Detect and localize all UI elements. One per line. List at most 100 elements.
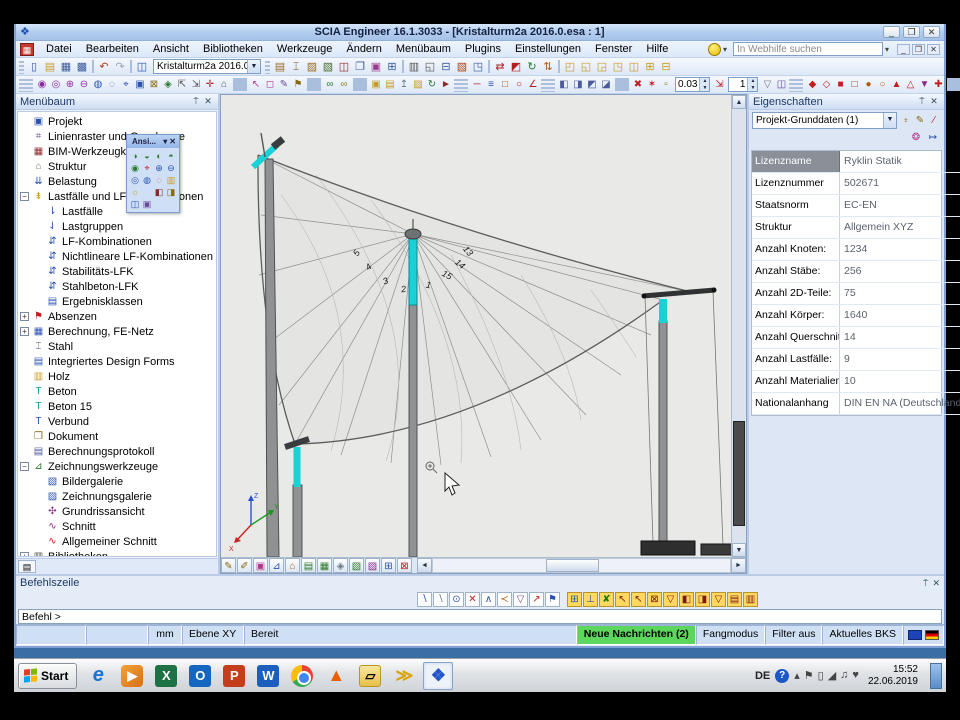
run[interactable]: ► xyxy=(439,77,453,92)
window-tile[interactable]: ⊞ xyxy=(642,59,658,74)
clip-2[interactable]: ◨ xyxy=(571,77,585,92)
snap-ortho[interactable]: ⊥ xyxy=(583,592,598,607)
snap-perpendicular[interactable]: ▽ xyxy=(663,592,678,607)
property-row[interactable]: Anzahl 2D-Teile: 75 xyxy=(752,283,960,305)
node-display-3[interactable]: ■ xyxy=(833,77,847,92)
draw-line-2[interactable]: ∖ xyxy=(433,592,448,607)
node-display-10[interactable]: ✚ xyxy=(931,77,945,92)
clip-4[interactable]: ◪ xyxy=(599,77,613,92)
edit-mode[interactable]: ✎ xyxy=(277,77,291,92)
clip-1[interactable]: ◧ xyxy=(557,77,571,92)
word[interactable]: W xyxy=(253,662,283,690)
vertical-scrollbar[interactable]: ▲ ▼ xyxy=(731,95,746,557)
excel[interactable]: X xyxy=(151,662,181,690)
status-plane[interactable]: Ebene XY xyxy=(182,625,244,645)
tree-item[interactable]: ⇵ LF-Kombinationen xyxy=(18,234,216,249)
grid-display[interactable]: ⊞ xyxy=(381,558,396,573)
save-file[interactable]: ▦ xyxy=(58,59,74,74)
copy-attr[interactable]: ▣ xyxy=(369,77,383,92)
close-icon[interactable]: ✕ xyxy=(169,137,176,146)
tree-item[interactable]: ▤ Ergebnisklassen xyxy=(18,294,216,309)
layers[interactable]: ▧ xyxy=(320,59,336,74)
model-display[interactable]: ▧ xyxy=(349,558,364,573)
snap-node[interactable]: ◨ xyxy=(695,592,710,607)
scroll-thumb[interactable] xyxy=(733,421,745,525)
bim-tools[interactable]: ◫ xyxy=(336,59,352,74)
draw-circle[interactable]: ○ xyxy=(512,77,526,92)
property-value[interactable]: 10 xyxy=(840,371,960,392)
home-view[interactable]: ⌂ xyxy=(217,77,231,92)
property-value[interactable]: 14 xyxy=(840,327,960,348)
property-row[interactable]: Staatsnorm EC-EN xyxy=(752,195,960,217)
title-bar[interactable]: ❖ SCIA Engineer 16.1.3033 - [Kristalturm… xyxy=(16,24,944,41)
zoom-out[interactable]: ⊖ xyxy=(77,77,91,92)
scroll-down-icon[interactable]: ▼ xyxy=(732,543,746,557)
restore-button[interactable]: ❐ xyxy=(903,26,920,38)
expand-toggle-icon[interactable]: + xyxy=(20,312,29,321)
tree-item[interactable]: + ▦ Berechnung, FE-Netz xyxy=(18,324,216,339)
pin-icon[interactable]: ⍑ xyxy=(923,578,928,589)
status-toggle[interactable]: Fangmodus xyxy=(696,625,765,645)
menu-item[interactable]: Hilfe xyxy=(639,42,675,56)
expand-toggle-icon[interactable]: + xyxy=(20,552,29,557)
paste-attr[interactable]: ▤ xyxy=(383,77,397,92)
expand-toggle-icon[interactable]: − xyxy=(20,192,29,201)
snap-nearest[interactable]: ▽ xyxy=(711,592,726,607)
window-layout-3[interactable]: ◲ xyxy=(594,59,610,74)
mesh-display[interactable]: ▦ xyxy=(317,558,332,573)
tree-item[interactable]: ✣ Grundrissansicht xyxy=(18,504,216,519)
project-settings[interactable]: ◫ xyxy=(134,59,150,74)
render-mode[interactable]: ◈ xyxy=(161,77,175,92)
pin-icon[interactable]: ⍑ xyxy=(190,96,202,107)
property-row[interactable]: Anzahl Knoten: 1234 xyxy=(752,239,960,261)
view-iso-2[interactable]: ◒ xyxy=(141,150,153,162)
tree-item[interactable]: ▨ Zeichnungsgalerie xyxy=(18,489,216,504)
property-value[interactable]: EC-EN xyxy=(840,195,960,216)
support-display[interactable]: ◈ xyxy=(333,558,348,573)
crosshair[interactable]: ✛ xyxy=(203,77,217,92)
scroll-up-icon[interactable]: ▲ xyxy=(732,95,746,109)
close-icon[interactable]: ✕ xyxy=(928,96,940,107)
color-wheel-icon[interactable]: ❂ xyxy=(909,131,923,145)
tree-item[interactable]: ⇵ Stabilitäts-LFK xyxy=(18,264,216,279)
chrome[interactable] xyxy=(287,662,317,690)
open-file[interactable]: ▤ xyxy=(42,59,58,74)
zoom-out[interactable]: ⊖ xyxy=(165,162,177,174)
status-toggle[interactable]: Aktuelles BKS xyxy=(822,625,903,645)
property-row[interactable]: Lizenznummer 502671 xyxy=(752,173,960,195)
ucs-display[interactable]: ⊠ xyxy=(397,558,412,573)
properties-combo[interactable]: Projekt-Grunddaten (1) ▼ xyxy=(752,112,897,129)
zoom-previous[interactable]: ▥ xyxy=(165,174,177,186)
combo-dropdown-icon[interactable]: ▼ xyxy=(883,113,896,128)
print-preview[interactable]: ◱ xyxy=(422,59,438,74)
close-button[interactable]: ✕ xyxy=(923,26,940,38)
window-layout-1[interactable]: ◰ xyxy=(562,59,578,74)
tree-item[interactable]: + ⚑ Absenzen xyxy=(18,309,216,324)
menu-item[interactable]: Bearbeiten xyxy=(79,42,146,56)
smiley-dropdown-icon[interactable]: ▾ xyxy=(723,45,727,54)
zoom-all[interactable]: ◍ xyxy=(141,174,153,186)
mdi-restore-button[interactable]: ❐ xyxy=(912,44,925,55)
tree-item[interactable]: ⇃ Lastgruppen xyxy=(18,219,216,234)
node-display-1[interactable]: ◆ xyxy=(805,77,819,92)
render-solid[interactable]: ✐ xyxy=(237,558,252,573)
member-labels[interactable]: ▣ xyxy=(253,558,268,573)
menu-item[interactable]: Ansicht xyxy=(146,42,196,56)
status-toggle[interactable]: Filter aus xyxy=(765,625,822,645)
scale-spinner[interactable]: 0.03 ▲▼ xyxy=(675,77,710,92)
viewport-canvas[interactable]: Z Y X xyxy=(221,95,731,557)
tree-item[interactable]: T Beton 15 xyxy=(18,399,216,414)
mdi-minimize-button[interactable]: _ xyxy=(897,44,910,55)
internet-explorer[interactable]: e xyxy=(83,662,113,690)
draw-rect[interactable]: □ xyxy=(498,77,512,92)
snap-off[interactable]: ✘ xyxy=(599,592,614,607)
clip-box[interactable]: ⊠ xyxy=(147,77,161,92)
property-row[interactable]: Nationalanhang DIN EN NA (Deutschland) xyxy=(752,393,960,415)
tree-item[interactable]: T Beton xyxy=(18,384,216,399)
undo[interactable]: ↶ xyxy=(96,59,112,74)
glasses-on[interactable]: ∞ xyxy=(323,77,337,92)
new-file[interactable]: ▯ xyxy=(26,59,42,74)
tree-item[interactable]: ▥ Holz xyxy=(18,369,216,384)
window-close-all[interactable]: ⊟ xyxy=(658,59,674,74)
filter-icon[interactable]: ⍖ xyxy=(899,114,913,128)
